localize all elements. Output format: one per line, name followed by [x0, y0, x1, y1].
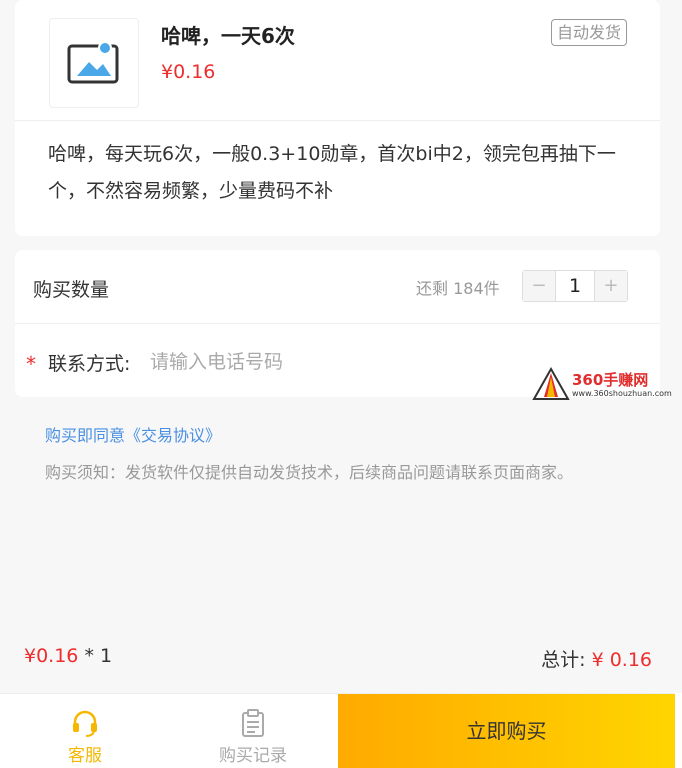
required-mark: * — [26, 352, 36, 376]
customer-service-label: 客服 — [68, 746, 102, 766]
watermark-text: 360手赚网 — [572, 371, 649, 389]
quantity-multiplier: * 1 — [78, 645, 113, 667]
product-title: 哈啤，一天6次 — [161, 24, 295, 48]
bottom-action-bar: 客服 购买记录 立即购买 — [0, 693, 682, 768]
total-price: ¥ 0.16 — [591, 649, 652, 671]
contact-label: 联系方式: — [48, 353, 131, 375]
quantity-label: 购买数量 — [33, 279, 110, 301]
stock-remaining: 还剩 184件 — [416, 279, 500, 298]
watermark-url: www.360shouzhuan.com — [572, 389, 672, 398]
customer-service-tab[interactable]: 客服 — [0, 694, 170, 768]
divider — [15, 323, 660, 324]
auto-delivery-badge: 自动发货 — [551, 19, 628, 46]
quantity-stepper[interactable]: − 1 + — [522, 270, 628, 302]
product-card: 哈啤，一天6次 ¥0.16 自动发货 哈啤，每天玩6次，一般0.3+10勋章，首… — [15, 0, 660, 236]
agreement-link[interactable]: 购买即同意《交易协议》 — [45, 422, 221, 446]
quantity-value[interactable]: 1 — [555, 271, 595, 301]
purchase-notice: 购买须知：发货软件仅提供自动发货技术，后续商品问题请联系页面商家。 — [45, 463, 574, 482]
total-label: 总计: — [541, 649, 592, 671]
watermark-logo-icon — [532, 367, 570, 400]
unit-price: ¥0.16 — [24, 645, 79, 667]
product-thumbnail — [49, 18, 139, 108]
divider — [15, 120, 660, 121]
site-watermark: 360手赚网 www.360shouzhuan.com — [530, 366, 680, 402]
phone-input[interactable] — [150, 346, 510, 378]
decrement-button[interactable]: − — [523, 271, 555, 301]
purchase-records-label: 购买记录 — [219, 746, 287, 766]
edge-spacer — [675, 693, 682, 767]
clipboard-icon — [242, 709, 264, 737]
total-summary: 总计: ¥ 0.16 — [541, 645, 652, 672]
product-price: ¥0.16 — [161, 61, 216, 83]
increment-button[interactable]: + — [595, 271, 627, 301]
unit-summary: ¥0.16 * 1 — [24, 645, 112, 667]
image-placeholder-icon — [67, 41, 119, 84]
purchase-records-tab[interactable]: 购买记录 — [168, 694, 338, 768]
headset-icon — [73, 710, 97, 737]
buy-now-button[interactable]: 立即购买 — [338, 694, 675, 768]
product-description: 哈啤，每天玩6次，一般0.3+10勋章，首次bi中2，领完包再抽下一个，不然容易… — [48, 143, 616, 202]
